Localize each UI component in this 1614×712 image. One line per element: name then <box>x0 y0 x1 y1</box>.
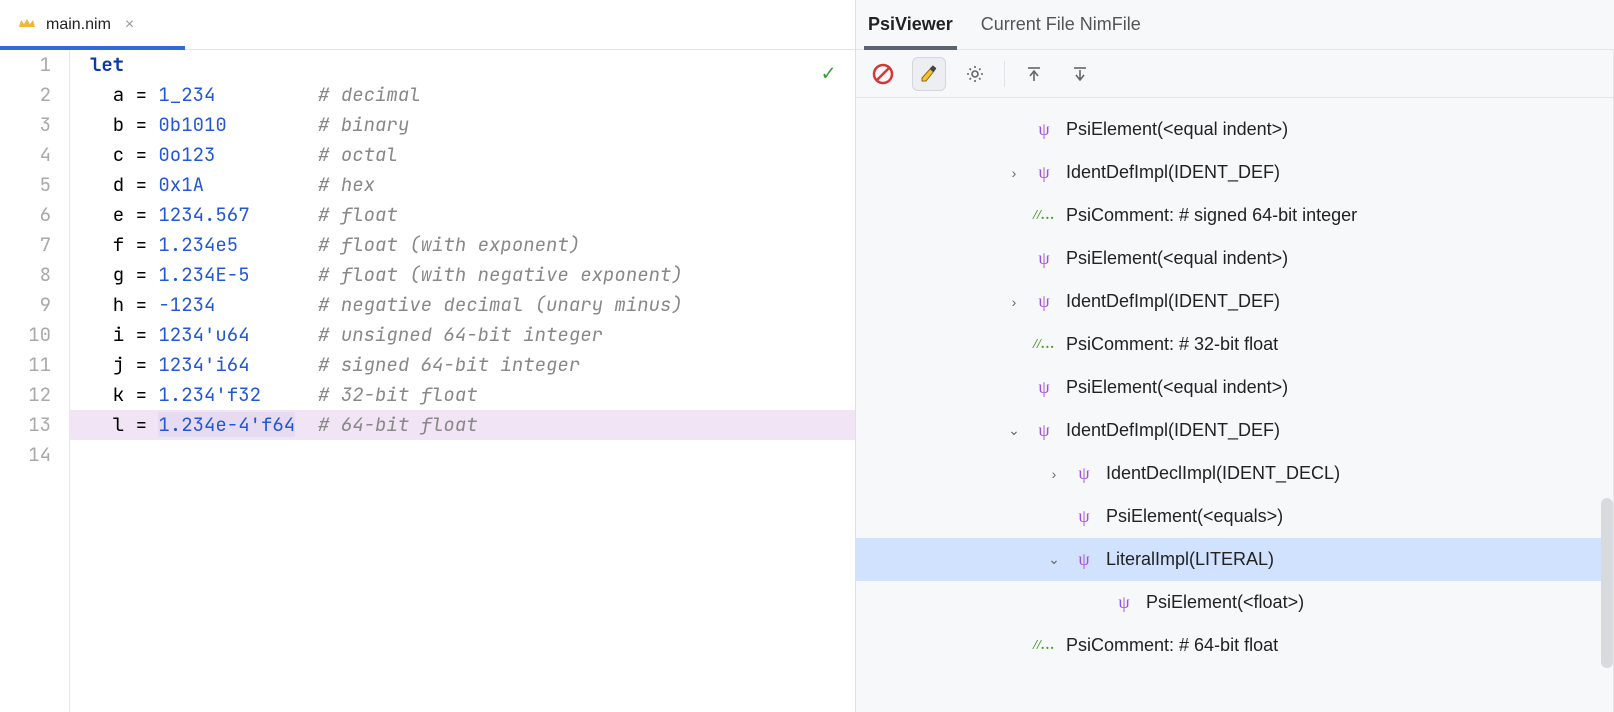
gutter-line: 1 <box>0 50 51 80</box>
tree-label: LiteralImpl(LITERAL) <box>1106 549 1605 570</box>
code-line[interactable]: l = 1.234e-4'f64 # 64-bit float <box>70 410 855 440</box>
tree-row[interactable]: ψ PsiElement(<equal indent>) <box>856 108 1613 151</box>
gutter-line: 4 <box>0 140 51 170</box>
psi-icon: ψ <box>1032 118 1056 142</box>
chevron-right-icon[interactable]: › <box>1046 466 1062 482</box>
tree-label: PsiComment: # signed 64-bit integer <box>1066 205 1605 226</box>
tree-row[interactable]: ψ PsiElement(<float>) <box>856 581 1613 624</box>
chevron-right-icon[interactable]: › <box>1006 294 1022 310</box>
tree-label: PsiElement(<equal indent>) <box>1066 248 1605 269</box>
code-line[interactable]: k = 1.234'f32 # 32-bit float <box>90 380 855 410</box>
code-line[interactable]: d = 0x1A # hex <box>90 170 855 200</box>
scrollbar-thumb[interactable] <box>1601 498 1613 668</box>
tree-label: IdentDefImpl(IDENT_DEF) <box>1066 291 1605 312</box>
psi-icon: ψ <box>1032 376 1056 400</box>
psi-tree[interactable]: ψ PsiElement(<equal indent>) › ψ IdentDefImp… <box>856 98 1614 712</box>
tree-row[interactable]: › ψ IdentDefImpl(IDENT_DEF) <box>856 151 1613 194</box>
gear-icon[interactable] <box>958 57 992 91</box>
gutter-line: 6 <box>0 200 51 230</box>
tree-row[interactable]: ⌄ ψ LiteralImpl(LITERAL) <box>856 538 1613 581</box>
editor-pane: main.nim × 1234567891011121314 let a = 1… <box>0 0 856 712</box>
tool-window-tabs: PsiViewer Current File NimFile <box>856 0 1614 50</box>
tree-row[interactable]: › ψ IdentDefImpl(IDENT_DEF) <box>856 280 1613 323</box>
collapse-up-icon[interactable] <box>1017 57 1051 91</box>
tree-label: PsiElement(<equal indent>) <box>1066 377 1605 398</box>
chevron-down-icon[interactable]: ⌄ <box>1006 422 1022 439</box>
tree-row[interactable]: › ψ IdentDeclImpl(IDENT_DECL) <box>856 452 1613 495</box>
psi-icon: ψ <box>1072 548 1096 572</box>
editor-body[interactable]: 1234567891011121314 let a = 1_234 # deci… <box>0 50 855 712</box>
code-line[interactable] <box>90 440 855 470</box>
code-line[interactable]: c = 0o123 # octal <box>90 140 855 170</box>
psi-icon: ψ <box>1112 591 1136 615</box>
tree-label: PsiElement(<equals>) <box>1106 506 1605 527</box>
gutter: 1234567891011121314 <box>0 50 70 712</box>
psi-icon: ψ <box>1032 161 1056 185</box>
tab-filename: main.nim <box>46 16 111 34</box>
tree-row[interactable]: //… PsiComment: # signed 64-bit integer <box>856 194 1613 237</box>
psi-icon: ψ <box>1032 247 1056 271</box>
expand-down-icon[interactable] <box>1063 57 1097 91</box>
tree-label: IdentDeclImpl(IDENT_DECL) <box>1106 463 1605 484</box>
close-icon[interactable]: × <box>125 16 134 34</box>
code-line[interactable]: b = 0b1010 # binary <box>90 110 855 140</box>
tool-window-toolbar <box>856 50 1614 98</box>
gutter-line: 7 <box>0 230 51 260</box>
code-line[interactable]: f = 1.234e5 # float (with exponent) <box>90 230 855 260</box>
gutter-line: 9 <box>0 290 51 320</box>
tree-row[interactable]: ψ PsiElement(<equal indent>) <box>856 237 1613 280</box>
tree-row[interactable]: ψ PsiElement(<equals>) <box>856 495 1613 538</box>
code-area[interactable]: let a = 1_234 # decimal b = 0b1010 # bin… <box>70 50 855 712</box>
editor-tabs: main.nim × <box>0 0 855 50</box>
highlight-brush-icon[interactable] <box>912 57 946 91</box>
comment-icon: //… <box>1032 333 1056 357</box>
comment-icon: //… <box>1032 204 1056 228</box>
tree-row[interactable]: ⌄ ψ IdentDefImpl(IDENT_DEF) <box>856 409 1613 452</box>
tab-current-file[interactable]: Current File NimFile <box>981 0 1141 49</box>
code-line[interactable]: i = 1234'u64 # unsigned 64-bit integer <box>90 320 855 350</box>
code-line[interactable]: let <box>90 50 855 80</box>
tree-row[interactable]: //… PsiComment: # 32-bit float <box>856 323 1613 366</box>
comment-icon: //… <box>1032 634 1056 658</box>
tree-label: IdentDefImpl(IDENT_DEF) <box>1066 420 1605 441</box>
gutter-line: 2 <box>0 80 51 110</box>
tree-label: PsiComment: # 64-bit float <box>1066 635 1605 656</box>
gutter-line: 13 <box>0 410 51 440</box>
psi-icon: ψ <box>1032 419 1056 443</box>
check-icon: ✓ <box>822 58 835 88</box>
toolbar-separator <box>1004 61 1005 87</box>
code-line[interactable]: e = 1234.567 # float <box>90 200 855 230</box>
file-tab[interactable]: main.nim × <box>0 0 150 49</box>
gutter-line: 14 <box>0 440 51 470</box>
code-line[interactable]: h = -1234 # negative decimal (unary minu… <box>90 290 855 320</box>
gutter-line: 3 <box>0 110 51 140</box>
gutter-line: 5 <box>0 170 51 200</box>
code-line[interactable]: a = 1_234 # decimal <box>90 80 855 110</box>
psi-icon: ψ <box>1072 505 1096 529</box>
gutter-line: 11 <box>0 350 51 380</box>
block-icon[interactable] <box>866 57 900 91</box>
tree-row[interactable]: ψ PsiElement(<equal indent>) <box>856 366 1613 409</box>
tree-label: IdentDefImpl(IDENT_DEF) <box>1066 162 1605 183</box>
chevron-right-icon[interactable]: › <box>1006 165 1022 181</box>
tool-window: PsiViewer Current File NimFile ψ PsiEleme… <box>856 0 1614 712</box>
gutter-line: 8 <box>0 260 51 290</box>
tree-label: PsiElement(<float>) <box>1146 592 1605 613</box>
psi-icon: ψ <box>1072 462 1096 486</box>
code-line[interactable]: j = 1234'i64 # signed 64-bit integer <box>90 350 855 380</box>
nim-file-icon <box>16 14 38 36</box>
psi-icon: ψ <box>1032 290 1056 314</box>
tree-label: PsiComment: # 32-bit float <box>1066 334 1605 355</box>
tree-row[interactable]: //… PsiComment: # 64-bit float <box>856 624 1613 667</box>
gutter-line: 10 <box>0 320 51 350</box>
chevron-down-icon[interactable]: ⌄ <box>1046 551 1062 568</box>
gutter-line: 12 <box>0 380 51 410</box>
code-line[interactable]: g = 1.234E-5 # float (with negative expo… <box>90 260 855 290</box>
tree-label: PsiElement(<equal indent>) <box>1066 119 1605 140</box>
tab-psiviewer[interactable]: PsiViewer <box>868 0 953 49</box>
